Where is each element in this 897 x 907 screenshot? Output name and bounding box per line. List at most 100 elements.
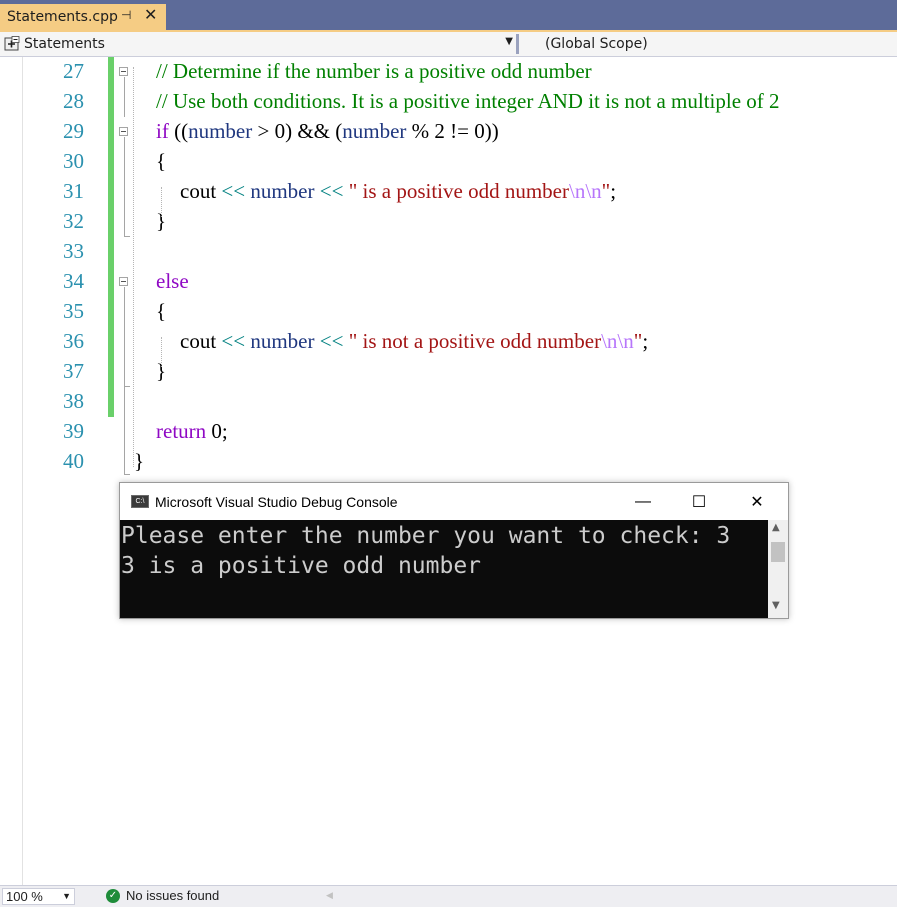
code-text: { [156,299,166,324]
code-line[interactable]: 28 // Use both conditions. It is a positi… [0,87,897,117]
code-token: else [156,269,189,293]
code-token: " [601,179,611,203]
code-line[interactable]: 31 cout << number << " is a positive odd … [0,177,897,207]
issues-indicator[interactable]: ✓ No issues found [106,888,219,903]
code-token: \n\n [601,329,634,353]
code-line[interactable]: 29 if ((number > 0) && (number % 2 != 0)) [0,117,897,147]
console-title-bar[interactable]: C:\ Microsoft Visual Studio Debug Consol… [120,483,788,520]
editor-status-bar: 100 % ▼ ✓ No issues found ◀ [0,885,897,907]
chevron-down-icon[interactable]: ▼ [62,891,71,901]
code-token: { [156,299,167,323]
scroll-thumb[interactable] [771,542,785,562]
collapse-icon[interactable] [119,277,128,286]
code-line[interactable]: 40} [0,447,897,477]
change-indicator [108,237,114,267]
maximize-button[interactable]: ☐ [676,483,722,520]
code-token: << [314,329,349,353]
code-token: << [216,179,251,203]
code-text: cout << number << " is not a positive od… [180,329,648,354]
code-token: ; [642,329,649,353]
code-token: ; [610,179,617,203]
line-number: 40 [63,449,84,473]
code-line[interactable]: 36 cout << number << " is not a positive … [0,327,897,357]
code-token: % 2 != 0)) [406,119,499,143]
code-text: else [156,269,189,294]
line-number: 37 [63,359,84,383]
close-tab-icon[interactable]: ✕ [144,5,157,24]
line-number: 30 [63,149,84,173]
change-indicator [108,117,114,147]
scroll-down-icon[interactable]: ▼ [772,600,780,611]
code-token: if [156,119,169,143]
code-line[interactable]: 39 return 0; [0,417,897,447]
code-line[interactable]: 37} [0,357,897,387]
global-scope-dropdown[interactable]: (Global Scope) [545,34,648,54]
code-token: } [134,449,145,473]
chevron-down-icon[interactable]: ▼ [505,36,513,47]
code-token: number [342,119,407,143]
code-line[interactable]: 38 [0,387,897,417]
project-scope-dropdown[interactable]: Statements ▼ [4,34,515,54]
console-title: Microsoft Visual Studio Debug Console [155,493,398,510]
scroll-left-icon[interactable]: ◀ [326,890,333,901]
code-token: return [156,419,207,443]
minimize-button[interactable]: — [620,483,666,520]
line-number: 31 [63,179,84,203]
code-text: cout << number << " is a positive odd nu… [180,179,616,204]
line-number: 34 [63,269,84,293]
code-token: " is not a positive odd number [348,329,602,353]
change-indicator [108,57,114,87]
line-number: 29 [63,119,84,143]
code-token: (( [168,119,189,143]
navbar-divider [516,34,519,54]
code-line[interactable]: 27 // Determine if the number is a positi… [0,57,897,87]
zoom-dropdown[interactable]: 100 % ▼ [2,888,75,905]
pin-icon[interactable]: ⊣ [121,8,131,22]
tab-statements-cpp[interactable]: Statements.cpp ⊣ ✕ [0,4,166,30]
code-token: cout [180,179,217,203]
indent-guide [133,67,134,467]
line-number: 36 [63,329,84,353]
document-tab-strip: Statements.cpp ⊣ ✕ [0,0,897,30]
line-number: 32 [63,209,84,233]
line-number: 38 [63,389,84,413]
global-scope-label: (Global Scope) [545,36,648,52]
code-token: 0; [206,419,228,443]
line-number: 39 [63,419,84,443]
code-line[interactable]: 33 [0,237,897,267]
change-indicator [108,387,114,417]
console-output[interactable]: Please enter the number you want to chec… [120,520,768,618]
close-window-button[interactable]: ✕ [734,483,780,520]
tab-title: Statements.cpp [7,9,118,25]
code-line[interactable]: 30 { [0,147,897,177]
code-token: cout [180,329,217,353]
console-scrollbar[interactable]: ▲ ▼ [768,520,788,618]
code-token: number [250,329,315,353]
line-number: 35 [63,299,84,323]
code-token: { [156,149,167,173]
code-line[interactable]: 35 { [0,297,897,327]
outline-line [124,137,125,237]
project-icon [4,36,20,52]
change-indicator [108,267,114,297]
collapse-icon[interactable] [119,127,128,136]
outline-line [124,287,125,387]
indent-guide [161,337,162,367]
outline-end [124,236,130,237]
collapse-icon[interactable] [119,67,128,76]
scroll-up-icon[interactable]: ▲ [772,522,780,533]
code-token: \n\n [568,179,602,203]
indent-guide [161,187,162,217]
console-line: Please enter the number you want to chec… [121,523,731,549]
code-editor[interactable]: 27 // Determine if the number is a positi… [0,57,897,885]
code-line[interactable]: 32} [0,207,897,237]
code-token: << [314,179,349,203]
project-scope-label: Statements [24,36,105,52]
zoom-level: 100 % [6,889,43,904]
code-token: << [216,329,251,353]
debug-console-window[interactable]: C:\ Microsoft Visual Studio Debug Consol… [119,482,789,619]
outline-line [124,77,125,117]
change-indicator [108,357,114,387]
change-indicator [108,327,114,357]
code-line[interactable]: 34 else [0,267,897,297]
